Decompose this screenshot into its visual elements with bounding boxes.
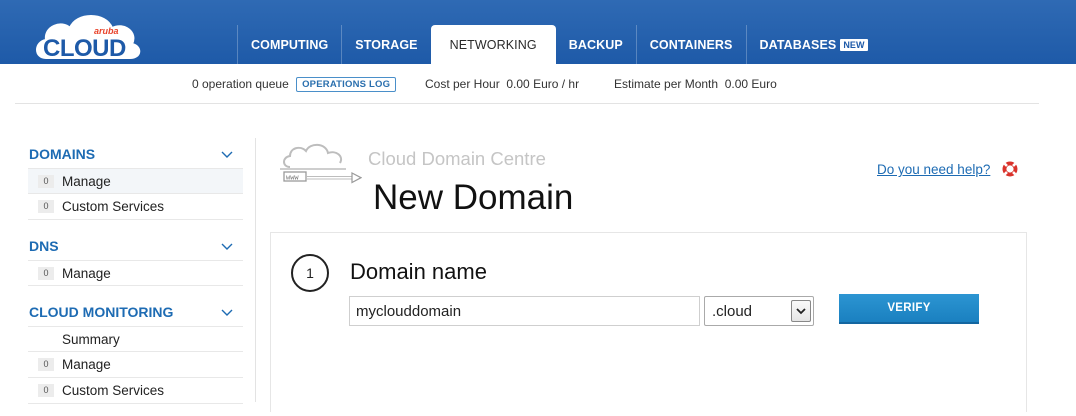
chevron-down-icon: [796, 308, 806, 315]
sidebar-item-domains-manage[interactable]: 0 Manage: [28, 168, 243, 194]
page-title: New Domain: [373, 178, 574, 217]
lifebuoy-icon[interactable]: [1001, 160, 1019, 178]
logo-wordmark: CLOUD: [43, 35, 126, 62]
estimate-per-month: Estimate per Month 0.00 Euro: [614, 77, 777, 91]
sidebar-section-domains: DOMAINS 0 Manage 0 Custom Services: [28, 140, 243, 220]
count-badge: 0: [38, 266, 54, 280]
tab-label: CONTAINERS: [649, 37, 733, 52]
sidebar-section-title: DOMAINS: [29, 146, 96, 162]
sidebar-item-label: Manage: [62, 357, 111, 372]
chevron-down-icon: [221, 243, 233, 250]
tab-networking[interactable]: NETWORKING: [430, 25, 556, 64]
cost-hour-value: 0.00 Euro / hr: [506, 77, 580, 91]
cost-hour-label: Cost per Hour: [425, 77, 500, 91]
operation-queue: 0 operation queue OPERATIONS LOG: [192, 77, 397, 92]
chevron-down-icon: [221, 151, 233, 158]
www-label: www: [286, 175, 299, 183]
tab-label: COMPUTING: [251, 37, 329, 52]
status-bar: 0 operation queue OPERATIONS LOG Cost pe…: [15, 64, 1039, 104]
operations-log-button[interactable]: OPERATIONS LOG: [296, 77, 397, 92]
sidebar-item-label: Manage: [62, 173, 111, 189]
sidebar-header-domains[interactable]: DOMAINS: [28, 140, 243, 168]
queue-text: 0 operation queue: [192, 77, 289, 91]
tab-backup[interactable]: BACKUP: [556, 25, 636, 64]
tab-label: DATABASES: [759, 37, 837, 52]
count-badge: 0: [38, 358, 54, 371]
tab-containers[interactable]: CONTAINERS: [635, 25, 746, 64]
tld-select[interactable]: .cloud: [704, 296, 814, 326]
sidebar-item-monitoring-manage[interactable]: 0 Manage: [28, 352, 243, 378]
sidebar-header-cloud-monitoring[interactable]: CLOUD MONITORING: [28, 298, 243, 326]
help-link[interactable]: Do you need help?: [877, 162, 990, 177]
tab-label: NETWORKING: [449, 37, 537, 52]
sidebar-item-label: Custom Services: [62, 383, 165, 398]
top-navbar: aruba CLOUD COMPUTING STORAGE NETWORKING…: [0, 0, 1076, 64]
sidebar-item-label: Manage: [62, 265, 111, 281]
main-tabs: COMPUTING STORAGE NETWORKING BACKUP CONT…: [237, 25, 881, 64]
count-badge: [38, 333, 54, 346]
estimate-label: Estimate per Month: [614, 77, 719, 91]
verify-button[interactable]: VERIFY: [839, 294, 979, 324]
chevron-down-icon: [221, 309, 233, 316]
tab-databases[interactable]: DATABASES NEW: [745, 25, 881, 64]
sidebar-item-monitoring-summary[interactable]: Summary: [28, 326, 243, 352]
sidebar-section-title: DNS: [29, 238, 59, 254]
field-title: Domain name: [350, 259, 487, 284]
tab-label: STORAGE: [355, 37, 418, 52]
cloud-domain-icon: www: [280, 143, 362, 184]
tab-computing[interactable]: COMPUTING: [237, 25, 341, 64]
sidebar-section-title: CLOUD MONITORING: [29, 304, 174, 320]
sidebar-header-dns[interactable]: DNS: [28, 232, 243, 260]
tab-storage[interactable]: STORAGE: [341, 25, 430, 64]
tld-selected-value: .cloud: [712, 302, 753, 320]
domain-name-input[interactable]: [349, 296, 700, 326]
count-badge: 0: [38, 200, 54, 213]
sidebar-section-cloud-monitoring: CLOUD MONITORING Summary 0 Manage 0 Cust…: [28, 298, 243, 404]
sidebar-item-dns-manage[interactable]: 0 Manage: [28, 260, 243, 286]
sidebar-divider: [255, 138, 256, 402]
sidebar-item-label: Summary: [62, 331, 120, 347]
tab-label: BACKUP: [568, 37, 623, 52]
new-badge: NEW: [840, 38, 868, 51]
sidebar: DOMAINS 0 Manage 0 Custom Services DNS 0…: [28, 140, 243, 416]
count-badge: 0: [38, 174, 54, 188]
cost-per-hour: Cost per Hour 0.00 Euro / hr: [425, 77, 579, 91]
estimate-value: 0.00 Euro: [724, 77, 777, 91]
count-badge: 0: [38, 384, 54, 397]
sidebar-item-label: Custom Services: [62, 199, 165, 214]
select-arrow[interactable]: [791, 300, 811, 322]
section-title: Cloud Domain Centre: [368, 148, 546, 169]
aruba-cloud-logo[interactable]: aruba CLOUD: [32, 8, 144, 64]
step-number: 1: [291, 254, 329, 292]
sidebar-item-domains-custom-services[interactable]: 0 Custom Services: [28, 194, 243, 220]
sidebar-section-dns: DNS 0 Manage: [28, 232, 243, 286]
sidebar-item-monitoring-custom-services[interactable]: 0 Custom Services: [28, 378, 243, 404]
